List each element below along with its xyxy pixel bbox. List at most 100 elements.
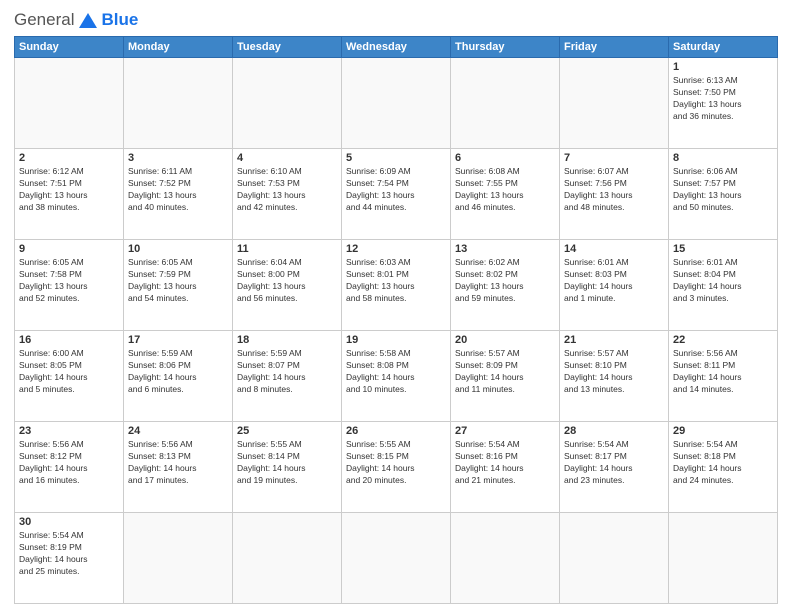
- logo-triangle-icon: [79, 13, 97, 28]
- day-number: 29: [673, 425, 773, 437]
- day-info: Sunrise: 6:10 AM Sunset: 7:53 PM Dayligh…: [237, 166, 337, 214]
- day-number: 18: [237, 334, 337, 346]
- day-info: Sunrise: 5:54 AM Sunset: 8:16 PM Dayligh…: [455, 439, 555, 487]
- day-info: Sunrise: 6:00 AM Sunset: 8:05 PM Dayligh…: [19, 348, 119, 396]
- calendar-cell: 16 Sunrise: 6:00 AM Sunset: 8:05 PM Dayli…: [15, 331, 124, 422]
- calendar-cell: [451, 513, 560, 604]
- weekday-header-thursday: Thursday: [451, 37, 560, 58]
- day-info: Sunrise: 6:01 AM Sunset: 8:04 PM Dayligh…: [673, 257, 773, 305]
- weekday-header-saturday: Saturday: [669, 37, 778, 58]
- weekday-header-wednesday: Wednesday: [342, 37, 451, 58]
- calendar-cell: [342, 58, 451, 149]
- day-number: 12: [346, 243, 446, 255]
- day-number: 7: [564, 152, 664, 164]
- calendar-cell: [669, 513, 778, 604]
- day-number: 25: [237, 425, 337, 437]
- day-info: Sunrise: 6:05 AM Sunset: 7:59 PM Dayligh…: [128, 257, 228, 305]
- calendar-cell: 11Sunrise: 6:04 AM Sunset: 8:00 PM Dayli…: [233, 240, 342, 331]
- calendar-cell: 27 Sunrise: 5:54 AM Sunset: 8:16 PM Dayli…: [451, 422, 560, 513]
- calendar-cell: [15, 58, 124, 149]
- logo-blue-text: Blue: [101, 10, 138, 30]
- calendar-cell: 13Sunrise: 6:02 AM Sunset: 8:02 PM Dayli…: [451, 240, 560, 331]
- day-number: 17: [128, 334, 228, 346]
- day-number: 9: [19, 243, 119, 255]
- calendar-cell: 14Sunrise: 6:01 AM Sunset: 8:03 PM Dayli…: [560, 240, 669, 331]
- calendar-cell: 5 Sunrise: 6:09 AM Sunset: 7:54 PM Daylig…: [342, 149, 451, 240]
- day-number: 26: [346, 425, 446, 437]
- day-info: Sunrise: 6:07 AM Sunset: 7:56 PM Dayligh…: [564, 166, 664, 214]
- calendar-cell: [560, 513, 669, 604]
- day-info: Sunrise: 5:59 AM Sunset: 8:06 PM Dayligh…: [128, 348, 228, 396]
- calendar-row-4: 23 Sunrise: 5:56 AM Sunset: 8:12 PM Dayli…: [15, 422, 778, 513]
- day-info: Sunrise: 5:55 AM Sunset: 8:14 PM Dayligh…: [237, 439, 337, 487]
- day-number: 24: [128, 425, 228, 437]
- day-number: 1: [673, 61, 773, 73]
- calendar-cell: 10 Sunrise: 6:05 AM Sunset: 7:59 PM Dayli…: [124, 240, 233, 331]
- day-info: Sunrise: 5:57 AM Sunset: 8:10 PM Dayligh…: [564, 348, 664, 396]
- logo-general-text: General: [14, 10, 74, 30]
- calendar-cell: [233, 513, 342, 604]
- weekday-header-row: SundayMondayTuesdayWednesdayThursdayFrid…: [15, 37, 778, 58]
- weekday-header-tuesday: Tuesday: [233, 37, 342, 58]
- calendar-cell: 6 Sunrise: 6:08 AM Sunset: 7:55 PM Daylig…: [451, 149, 560, 240]
- calendar-cell: [342, 513, 451, 604]
- day-info: Sunrise: 5:57 AM Sunset: 8:09 PM Dayligh…: [455, 348, 555, 396]
- calendar-cell: 8 Sunrise: 6:06 AM Sunset: 7:57 PM Daylig…: [669, 149, 778, 240]
- day-number: 2: [19, 152, 119, 164]
- day-info: Sunrise: 5:56 AM Sunset: 8:12 PM Dayligh…: [19, 439, 119, 487]
- calendar-row-1: 2Sunrise: 6:12 AM Sunset: 7:51 PM Daylig…: [15, 149, 778, 240]
- calendar-cell: 7 Sunrise: 6:07 AM Sunset: 7:56 PM Daylig…: [560, 149, 669, 240]
- day-number: 5: [346, 152, 446, 164]
- calendar-cell: [560, 58, 669, 149]
- header: General Blue: [14, 10, 778, 30]
- calendar-row-5: 30Sunrise: 5:54 AM Sunset: 8:19 PM Dayli…: [15, 513, 778, 604]
- day-info: Sunrise: 5:54 AM Sunset: 8:17 PM Dayligh…: [564, 439, 664, 487]
- day-number: 21: [564, 334, 664, 346]
- calendar-cell: 9Sunrise: 6:05 AM Sunset: 7:58 PM Daylig…: [15, 240, 124, 331]
- page: General Blue SundayMondayTuesdayWednesda…: [0, 0, 792, 612]
- day-info: Sunrise: 5:56 AM Sunset: 8:13 PM Dayligh…: [128, 439, 228, 487]
- calendar-cell: 21 Sunrise: 5:57 AM Sunset: 8:10 PM Dayli…: [560, 331, 669, 422]
- day-info: Sunrise: 6:09 AM Sunset: 7:54 PM Dayligh…: [346, 166, 446, 214]
- day-number: 16: [19, 334, 119, 346]
- day-number: 6: [455, 152, 555, 164]
- calendar-cell: 19Sunrise: 5:58 AM Sunset: 8:08 PM Dayli…: [342, 331, 451, 422]
- weekday-header-friday: Friday: [560, 37, 669, 58]
- calendar-cell: 20 Sunrise: 5:57 AM Sunset: 8:09 PM Dayli…: [451, 331, 560, 422]
- day-info: Sunrise: 6:02 AM Sunset: 8:02 PM Dayligh…: [455, 257, 555, 305]
- logo: General Blue: [14, 10, 138, 30]
- day-number: 19: [346, 334, 446, 346]
- calendar-cell: [451, 58, 560, 149]
- day-info: Sunrise: 5:54 AM Sunset: 8:18 PM Dayligh…: [673, 439, 773, 487]
- day-info: Sunrise: 6:01 AM Sunset: 8:03 PM Dayligh…: [564, 257, 664, 305]
- day-info: Sunrise: 5:59 AM Sunset: 8:07 PM Dayligh…: [237, 348, 337, 396]
- weekday-header-sunday: Sunday: [15, 37, 124, 58]
- calendar-cell: 30Sunrise: 5:54 AM Sunset: 8:19 PM Dayli…: [15, 513, 124, 604]
- day-info: Sunrise: 6:08 AM Sunset: 7:55 PM Dayligh…: [455, 166, 555, 214]
- day-number: 3: [128, 152, 228, 164]
- calendar-cell: 22Sunrise: 5:56 AM Sunset: 8:11 PM Dayli…: [669, 331, 778, 422]
- logo-area: General Blue: [14, 10, 138, 30]
- calendar-cell: 17 Sunrise: 5:59 AM Sunset: 8:06 PM Dayli…: [124, 331, 233, 422]
- calendar-cell: 23 Sunrise: 5:56 AM Sunset: 8:12 PM Dayli…: [15, 422, 124, 513]
- day-number: 8: [673, 152, 773, 164]
- day-info: Sunrise: 6:06 AM Sunset: 7:57 PM Dayligh…: [673, 166, 773, 214]
- calendar-cell: 4 Sunrise: 6:10 AM Sunset: 7:53 PM Daylig…: [233, 149, 342, 240]
- day-number: 23: [19, 425, 119, 437]
- calendar-cell: 25 Sunrise: 5:55 AM Sunset: 8:14 PM Dayli…: [233, 422, 342, 513]
- weekday-header-monday: Monday: [124, 37, 233, 58]
- calendar-cell: [233, 58, 342, 149]
- calendar-cell: 15 Sunrise: 6:01 AM Sunset: 8:04 PM Dayli…: [669, 240, 778, 331]
- day-number: 20: [455, 334, 555, 346]
- day-info: Sunrise: 5:55 AM Sunset: 8:15 PM Dayligh…: [346, 439, 446, 487]
- day-info: Sunrise: 6:11 AM Sunset: 7:52 PM Dayligh…: [128, 166, 228, 214]
- day-number: 4: [237, 152, 337, 164]
- calendar-cell: 1Sunrise: 6:13 AM Sunset: 7:50 PM Daylig…: [669, 58, 778, 149]
- calendar-cell: 12Sunrise: 6:03 AM Sunset: 8:01 PM Dayli…: [342, 240, 451, 331]
- calendar-table: SundayMondayTuesdayWednesdayThursdayFrid…: [14, 36, 778, 604]
- calendar-row-3: 16 Sunrise: 6:00 AM Sunset: 8:05 PM Dayli…: [15, 331, 778, 422]
- day-number: 27: [455, 425, 555, 437]
- day-number: 28: [564, 425, 664, 437]
- day-number: 10: [128, 243, 228, 255]
- day-number: 15: [673, 243, 773, 255]
